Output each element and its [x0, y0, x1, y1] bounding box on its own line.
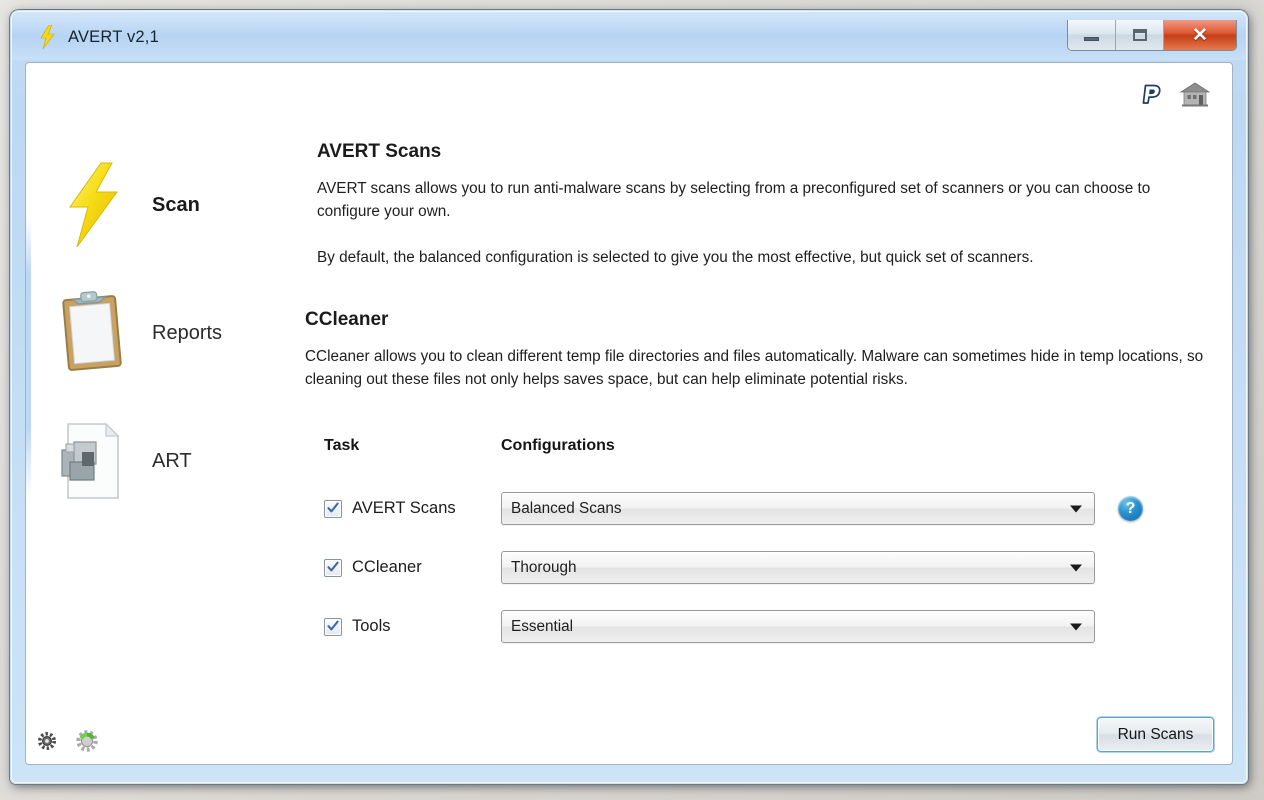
task-label: AVERT Scans: [352, 499, 456, 518]
checkbox-tools[interactable]: [324, 617, 342, 636]
close-button[interactable]: ✕: [1164, 20, 1236, 50]
title-bar: AVERT v2,1 ✕: [12, 12, 1246, 60]
sidebar-item-reports[interactable]: Reports: [40, 269, 308, 397]
maximize-icon: [1132, 29, 1147, 41]
chevron-down-icon: [1070, 564, 1082, 572]
window-title: AVERT v2,1: [68, 27, 159, 46]
minimize-icon: [1084, 37, 1099, 41]
lightning-bolt-icon: [40, 25, 55, 49]
table-row: CCleaner Thorough: [324, 538, 1220, 597]
gear-dark-icon[interactable]: [36, 730, 58, 752]
configuration-select-tools[interactable]: Essential: [501, 610, 1095, 644]
configuration-select-ccleaner[interactable]: Thorough: [501, 551, 1095, 585]
task-cell: Tools: [324, 617, 501, 636]
title-bar-left: AVERT v2,1: [38, 25, 159, 49]
checkbox-avert-scans[interactable]: [324, 499, 342, 518]
sidebar-icon-scan: [40, 162, 144, 248]
gear-green-icon[interactable]: [74, 728, 100, 754]
lightning-bolt-icon: [69, 162, 118, 248]
main-content: AVERT Scans AVERT scans allows you to ru…: [305, 141, 1220, 656]
column-header-task: Task: [324, 437, 360, 455]
footer-icons: [36, 728, 100, 754]
section-paragraph: By default, the balanced configuration i…: [317, 248, 1034, 266]
help-button[interactable]: ?: [1118, 496, 1143, 522]
task-label: Tools: [352, 617, 391, 636]
sidebar-icon-art: [40, 418, 144, 504]
check-icon: [327, 502, 339, 513]
sidebar-item-scan[interactable]: Scan: [40, 141, 308, 269]
section-heading: CCleaner: [305, 308, 389, 330]
application-window: AVERT v2,1 ✕ Scan Reports ART AVERT Scan…: [10, 10, 1248, 784]
task-label: CCleaner: [352, 558, 422, 577]
run-scans-button[interactable]: Run Scans: [1097, 717, 1214, 752]
sidebar-item-label: Scan: [152, 193, 200, 216]
configuration-value: Thorough: [511, 558, 577, 576]
home-icon[interactable]: [1180, 81, 1210, 107]
minimize-button[interactable]: [1068, 20, 1116, 50]
clipboard-icon: [62, 291, 122, 371]
configuration-select-avert-scans[interactable]: Balanced Scans: [501, 492, 1095, 526]
section-avert-scans: AVERT Scans AVERT scans allows you to ru…: [317, 141, 1220, 269]
section-heading: AVERT Scans: [317, 141, 442, 162]
checkbox-ccleaner[interactable]: [324, 558, 342, 577]
configuration-value: Essential: [511, 617, 574, 635]
top-right-icons: [1138, 81, 1210, 107]
table-row: AVERT Scans Balanced Scans ?: [324, 479, 1220, 538]
chevron-down-icon: [1070, 505, 1082, 513]
close-icon: ✕: [1192, 24, 1208, 46]
maximize-button[interactable]: [1116, 20, 1164, 50]
configuration-value: Balanced Scans: [511, 499, 622, 517]
section-paragraph: CCleaner allows you to clean different t…: [305, 347, 1204, 388]
section-paragraph: AVERT scans allows you to run anti-malwa…: [317, 180, 1151, 221]
task-cell: CCleaner: [324, 558, 501, 577]
check-icon: [327, 561, 339, 572]
sidebar-item-label: ART: [152, 449, 192, 472]
task-cell: AVERT Scans: [324, 499, 501, 518]
section-ccleaner: CCleaner CCleaner allows you to clean di…: [305, 309, 1220, 392]
content-panel: Scan Reports ART AVERT Scans AVERT scans…: [25, 62, 1233, 765]
check-icon: [327, 620, 339, 631]
document-gears-icon: [61, 422, 120, 499]
chevron-down-icon: [1070, 623, 1082, 631]
window-controls: ✕: [1067, 20, 1237, 51]
table-header-row: Task Configurations: [324, 437, 1220, 455]
task-table: Task Configurations AVERT Scans Balanced: [324, 437, 1220, 656]
sidebar-icon-reports: [40, 290, 144, 376]
sidebar: Scan Reports ART: [40, 141, 308, 525]
column-header-configurations: Configurations: [501, 437, 615, 455]
table-row: Tools Essential: [324, 597, 1220, 656]
paypal-icon[interactable]: [1138, 81, 1164, 107]
sidebar-item-art[interactable]: ART: [40, 397, 308, 525]
sidebar-item-label: Reports: [152, 321, 223, 344]
